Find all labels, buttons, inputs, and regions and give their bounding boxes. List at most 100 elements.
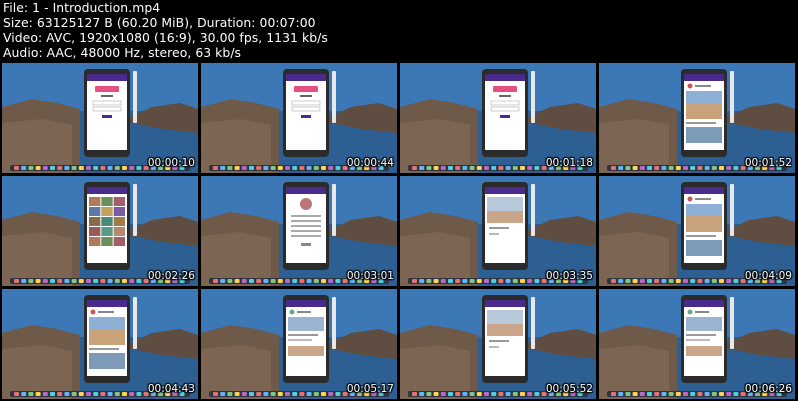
phone-screen — [87, 74, 127, 150]
wallpaper-cliff — [400, 345, 470, 399]
post-image-sky — [686, 91, 722, 103]
emulator-toolbar — [730, 297, 734, 349]
dock-app-icon — [639, 392, 645, 396]
dock-app-icon — [675, 392, 681, 396]
username-label — [695, 311, 709, 313]
post-image-sky — [686, 204, 722, 216]
dock-app-icon — [683, 279, 688, 283]
dock-app-icon — [277, 279, 283, 283]
dock-app-icon — [285, 392, 290, 396]
dock-app-icon — [455, 392, 461, 396]
emulator-toolbar — [332, 71, 336, 123]
dock-app-icon — [647, 166, 652, 170]
app-bar — [87, 300, 127, 307]
dock-app-icon — [249, 279, 254, 283]
dock-app-icon — [21, 166, 27, 170]
dock-app-icon — [697, 392, 703, 396]
timestamp-label: 00:01:52 — [744, 157, 792, 169]
dock-app-icon — [469, 392, 475, 396]
emulator-toolbar — [133, 71, 137, 123]
dock-app-icon — [71, 279, 77, 283]
grid-photo — [89, 207, 101, 216]
emulator-toolbar — [531, 184, 535, 236]
profile-field — [291, 230, 321, 232]
password-field — [291, 106, 321, 112]
dock-app-icon — [448, 279, 453, 283]
dock-app-icon — [256, 166, 262, 170]
grid-photo — [89, 197, 101, 206]
dock-app-icon — [491, 392, 497, 396]
grid-photo — [101, 217, 113, 226]
dock-app-icon — [498, 392, 504, 396]
dock-app-icon — [234, 279, 240, 283]
login-heading — [499, 95, 511, 97]
dock-app-icon — [632, 279, 638, 283]
dock-app-icon — [455, 279, 461, 283]
dock-app-icon — [86, 166, 91, 170]
next-post-image — [686, 346, 722, 356]
dock-app-icon — [498, 166, 504, 170]
dock-app-icon — [448, 166, 453, 170]
dock-app-icon — [328, 166, 334, 170]
emulator-toolbar — [332, 184, 336, 236]
dock-app-icon — [136, 392, 142, 396]
caption — [686, 334, 716, 336]
dock-app-icon — [462, 166, 468, 170]
video-thumbnail[interactable]: 00:00:10 — [2, 63, 198, 173]
dock-app-icon — [306, 166, 312, 170]
login-heading — [101, 95, 113, 97]
save-button — [301, 243, 311, 246]
video-thumbnail[interactable]: 00:01:52 — [599, 63, 795, 173]
dock-app-icon — [469, 166, 475, 170]
wallpaper-cliff — [2, 232, 72, 286]
timestamp-label: 00:00:10 — [147, 157, 195, 169]
video-thumbnail[interactable]: 00:04:09 — [599, 176, 795, 286]
dock-app-icon — [14, 392, 19, 396]
dock-app-icon — [227, 392, 233, 396]
wallpaper-cliff — [201, 119, 271, 173]
dock-app-icon — [270, 279, 276, 283]
app-bar — [87, 74, 127, 81]
dock-app-icon — [100, 166, 106, 170]
dock-app-icon — [419, 392, 425, 396]
profile-field — [291, 225, 321, 227]
dock-app-icon — [107, 392, 113, 396]
emulator-toolbar — [531, 71, 535, 123]
app-bar — [286, 300, 326, 307]
hint-text — [489, 233, 499, 235]
caption-input — [489, 340, 509, 342]
dock-app-icon — [321, 392, 326, 396]
wallpaper-cliff — [201, 232, 271, 286]
timestamp-label: 00:04:09 — [744, 270, 792, 282]
dock-app-icon — [440, 279, 446, 283]
dock-app-icon — [93, 166, 99, 170]
dock-app-icon — [93, 279, 99, 283]
dock-app-icon — [476, 279, 482, 283]
video-thumbnail[interactable]: 00:06:26 — [599, 289, 795, 399]
dock-app-icon — [618, 392, 624, 396]
profile-field — [291, 220, 321, 222]
dock-app-icon — [440, 166, 446, 170]
video-thumbnail[interactable]: 00:02:26 — [2, 176, 198, 286]
dock-app-icon — [227, 166, 233, 170]
video-thumbnail[interactable]: 00:04:43 — [2, 289, 198, 399]
video-thumbnail[interactable]: 00:03:35 — [400, 176, 596, 286]
video-thumbnail[interactable]: 00:00:44 — [201, 63, 397, 173]
dock-app-icon — [64, 392, 70, 396]
comment — [288, 339, 312, 341]
timestamp-label: 00:04:43 — [147, 383, 195, 395]
dock-app-icon — [512, 166, 518, 170]
video-thumbnail[interactable]: 00:05:52 — [400, 289, 596, 399]
dock-app-icon — [122, 166, 127, 170]
app-bar — [684, 187, 724, 194]
video-thumbnail[interactable]: 00:01:18 — [400, 63, 596, 173]
post-image — [288, 317, 324, 331]
dock-app-icon — [256, 392, 262, 396]
video-thumbnail[interactable]: 00:05:17 — [201, 289, 397, 399]
dock-app-icon — [704, 279, 710, 283]
dock-app-icon — [668, 392, 674, 396]
login-button — [500, 115, 510, 118]
dock-app-icon — [690, 279, 696, 283]
avatar — [90, 309, 96, 315]
video-thumbnail[interactable]: 00:03:01 — [201, 176, 397, 286]
